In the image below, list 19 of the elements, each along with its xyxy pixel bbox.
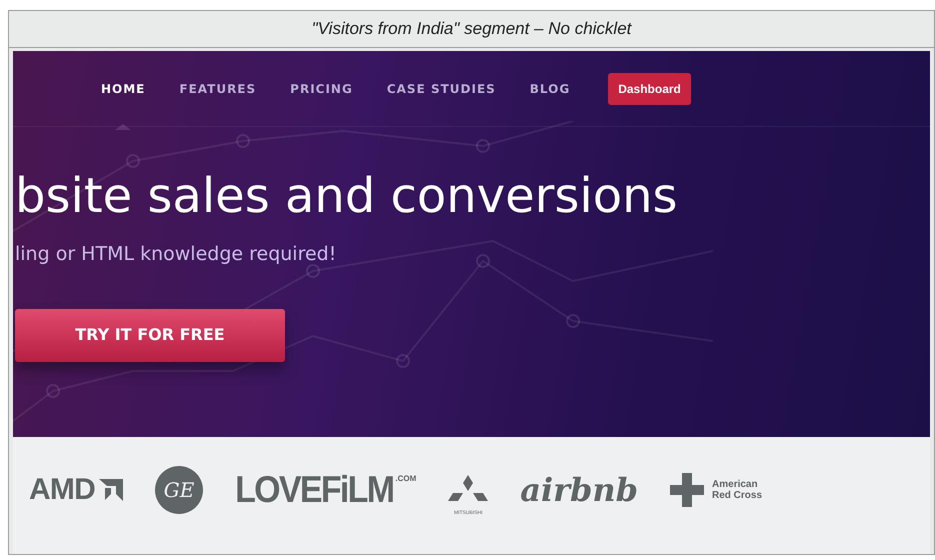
- charity-logo-text: American: [712, 478, 759, 490]
- nav-link[interactable]: PRICING: [290, 80, 353, 98]
- try-free-button[interactable]: TRY IT FOR FREE: [15, 308, 285, 362]
- lovefilm-logo-text: LOVEFiLM: [235, 470, 394, 508]
- arrow-mark-icon: [99, 478, 124, 500]
- nav-link[interactable]: HOME: [101, 80, 146, 98]
- headline: bsite sales and conversions: [15, 172, 679, 220]
- domain-suffix-text: .COM: [395, 474, 416, 482]
- amd-logo-text: AMD: [29, 472, 96, 508]
- cross-icon: [670, 472, 704, 506]
- caption-text: "Visitors from India" segment – No chicklet: [312, 18, 632, 40]
- nav-link[interactable]: FEATURES: [179, 80, 256, 98]
- airbnb-logo-text: airbnb: [520, 474, 638, 506]
- dashboard-button[interactable]: Dashboard: [608, 72, 691, 104]
- subtitle: ling or HTML knowledge required!: [15, 242, 338, 267]
- nav-link[interactable]: BLOG: [530, 80, 570, 98]
- nav-link[interactable]: CASE STUDIES: [386, 80, 496, 98]
- charity-logo-text: Red Cross: [712, 490, 762, 500]
- monogram-badge: GE: [155, 466, 204, 514]
